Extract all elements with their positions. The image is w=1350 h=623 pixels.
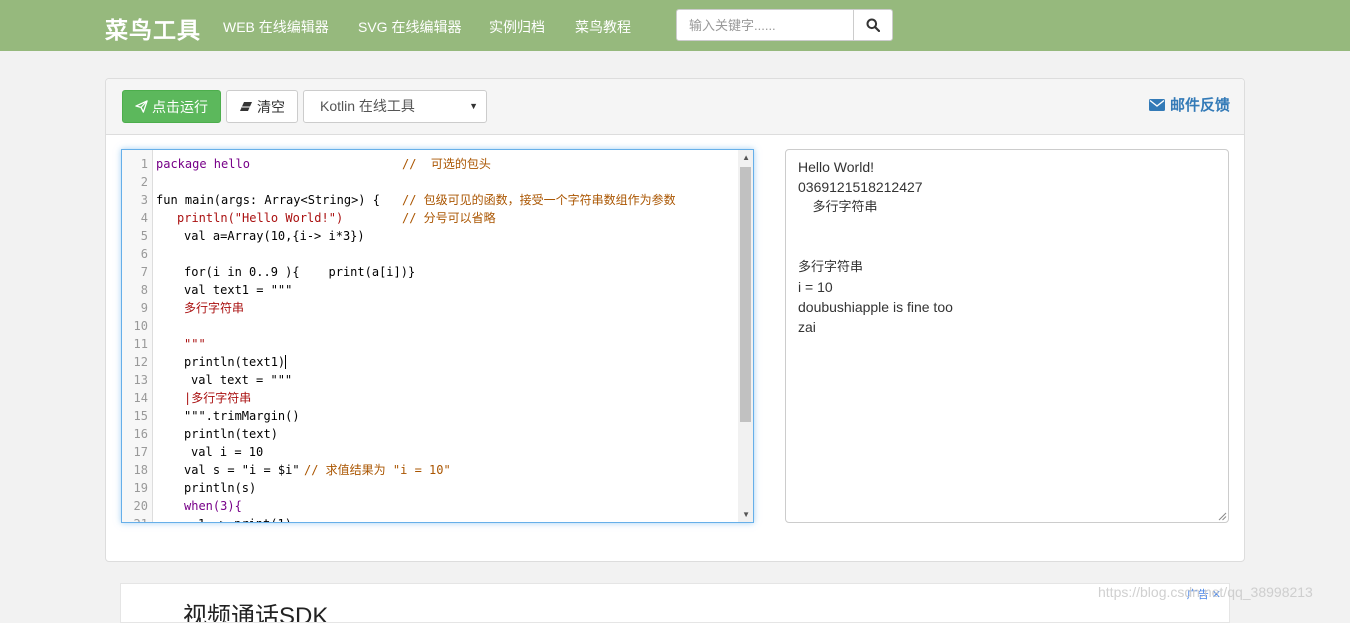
line-number: 5 (140, 229, 148, 243)
caret-down-icon: ▼ (469, 101, 478, 111)
line-number: 13 (133, 373, 148, 387)
search-box (676, 9, 893, 41)
line-number: 11 (133, 337, 148, 351)
magnifier-icon (866, 18, 880, 32)
line-number: 20 (133, 499, 148, 513)
line-number: 18 (133, 463, 148, 477)
line-number: 12 (133, 355, 148, 369)
code-line: println(s) (184, 481, 257, 495)
code-line: |多行字符串 (184, 391, 252, 405)
code-comment: // 分号可以省略 (402, 211, 496, 225)
code-line: when(3){ (184, 499, 242, 513)
line-number: 10 (133, 319, 148, 333)
code-comment: // 可选的包头 (402, 157, 491, 171)
output-line: 多行字符串 (798, 199, 878, 214)
line-number: 3 (140, 193, 148, 207)
language-selected: Kotlin 在线工具 (320, 98, 415, 114)
code-line: val i = 10 (191, 445, 264, 459)
envelope-icon (1148, 98, 1165, 111)
code-line: println("Hello World!") (177, 211, 344, 225)
nav-web-editor[interactable]: WEB 在线编辑器 (223, 17, 329, 37)
feedback-label: 邮件反馈 (1169, 97, 1230, 114)
line-number: 2 (140, 175, 148, 189)
eraser-icon (240, 102, 252, 111)
code-line: package hello (156, 157, 250, 171)
editor-scrollbar[interactable]: ▲ ▼ (738, 150, 753, 522)
panel-toolbar: 点击运行 清空 Kotlin 在线工具 ▼ 邮件反馈 (106, 79, 1244, 135)
output-line: 0369121518212427 (798, 179, 923, 195)
line-number: 7 (140, 265, 148, 279)
nav-tutorial[interactable]: 菜鸟教程 (575, 17, 631, 37)
search-input[interactable] (677, 10, 855, 40)
clear-button[interactable]: 清空 (226, 90, 298, 123)
code-line: fun main(args: Array<String>) { (156, 193, 380, 207)
code-line: """ (184, 337, 206, 351)
scroll-down-icon[interactable]: ▼ (742, 510, 750, 519)
brand-logo[interactable]: 菜鸟工具 (105, 11, 201, 45)
code-line: for(i in 0..9 ){ print(a[i])} (184, 265, 416, 279)
line-number: 4 (140, 211, 148, 225)
editor-panel: 点击运行 清空 Kotlin 在线工具 ▼ 邮件反馈 1 2 3 4 5 6 7… (105, 78, 1245, 562)
code-comment: // 求值结果为 "i = 10" (304, 463, 451, 477)
text-cursor (285, 355, 287, 369)
line-number: 1 (140, 157, 148, 171)
search-button[interactable] (853, 10, 892, 40)
top-navbar: 菜鸟工具 WEB 在线编辑器 SVG 在线编辑器 实例归档 菜鸟教程 (0, 0, 1350, 51)
code-text: println(text1) (184, 355, 286, 369)
run-label: 点击运行 (152, 98, 208, 115)
watermark: https://blog.csdn.net/qq_38998213 (1098, 584, 1313, 600)
run-button[interactable]: 点击运行 (122, 90, 221, 123)
code-line: println(text) (184, 427, 278, 441)
ad-banner[interactable]: 视频通话SDK 广告 ✕ (120, 583, 1230, 623)
paper-plane-icon (135, 100, 148, 113)
clear-label: 清空 (257, 98, 285, 115)
output-textarea[interactable]: Hello World! 0369121518212427 多行字符串 多行字符… (785, 149, 1229, 523)
line-number: 15 (133, 409, 148, 423)
code-line: 1 -> print(1) (198, 515, 292, 522)
code-line: val a=Array(10,{i-> i*3}) (184, 229, 365, 243)
line-number: 17 (133, 445, 148, 459)
output-line: 多行字符串 (798, 259, 864, 274)
language-select[interactable]: Kotlin 在线工具 ▼ (303, 90, 487, 123)
code-line: val text = """ (191, 373, 293, 387)
output-line: doubushiapple is fine too (798, 299, 953, 315)
line-number: 6 (140, 247, 148, 261)
line-number: 8 (140, 283, 148, 297)
code-editor[interactable]: 1 2 3 4 5 6 7 8 9 10 11 12 13 14 15 16 1… (121, 149, 754, 523)
line-number: 19 (133, 481, 148, 495)
line-number: 16 (133, 427, 148, 441)
nav-examples[interactable]: 实例归档 (489, 17, 545, 37)
nav-svg-editor[interactable]: SVG 在线编辑器 (358, 17, 461, 37)
scroll-up-icon[interactable]: ▲ (742, 153, 750, 162)
code-line: val text1 = """ (184, 283, 293, 297)
email-feedback-link[interactable]: 邮件反馈 (1148, 94, 1230, 115)
code-line: println(text1) (184, 353, 287, 371)
code-line: 多行字符串 (184, 301, 245, 315)
scrollbar-thumb[interactable] (740, 167, 751, 422)
code-comment: // 包级可见的函数，接受一个字符串数组作为参数 (402, 193, 676, 207)
line-number: 14 (133, 391, 148, 405)
line-gutter: 1 2 3 4 5 6 7 8 9 10 11 12 13 14 15 16 1… (122, 150, 153, 522)
line-number: 21 (122, 515, 148, 522)
code-line: val s = "i = $i" (184, 463, 300, 477)
line-number: 9 (140, 301, 148, 315)
code-line: """.trimMargin() (184, 409, 300, 423)
output-line: Hello World! (798, 159, 874, 175)
output-line: i = 10 (798, 279, 833, 295)
resize-handle-icon[interactable] (1218, 512, 1227, 521)
output-line: zai (798, 319, 816, 335)
